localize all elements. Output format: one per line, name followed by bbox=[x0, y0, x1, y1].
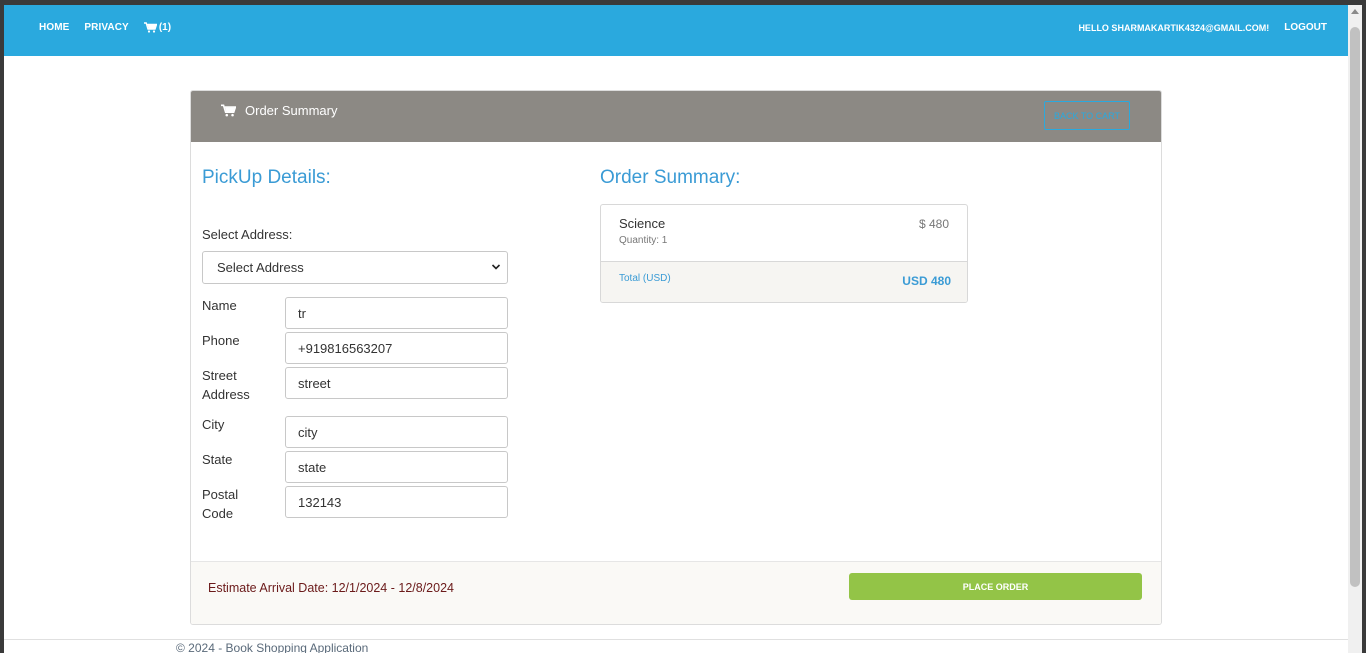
logout-link[interactable]: Logout bbox=[1284, 22, 1327, 33]
name-field[interactable]: tr bbox=[285, 297, 508, 329]
address-select[interactable]: Select Address bbox=[202, 251, 508, 284]
card-footer: Estimate Arrival Date: 12/1/2024 - 12/8/… bbox=[191, 561, 1161, 624]
footer-divider bbox=[4, 639, 1348, 640]
order-card: Order Summary Back to Cart PickUp Detail… bbox=[190, 90, 1162, 625]
select-address-label: Select Address: bbox=[202, 227, 293, 242]
user-greeting[interactable]: Hello sharmakartik4324@gmail.com! bbox=[1078, 23, 1269, 33]
order-summary-box: Science Quantity: 1 $ 480 Total (USD) US… bbox=[600, 204, 968, 303]
cart-count: (1) bbox=[158, 22, 172, 33]
item-quantity: Quantity: 1 bbox=[619, 235, 668, 246]
vertical-scrollbar[interactable] bbox=[1348, 5, 1362, 653]
city-label: City bbox=[202, 417, 225, 432]
card-header: Order Summary Back to Cart bbox=[191, 91, 1161, 142]
card-header-label: Order Summary bbox=[245, 103, 338, 118]
street-address-label: Street Address bbox=[202, 368, 250, 402]
nav-left: Home Privacy (1) bbox=[39, 22, 171, 33]
postal-code-label: Postal Code bbox=[202, 487, 239, 521]
nav-right: Hello sharmakartik4324@gmail.com! Logout bbox=[1078, 22, 1327, 33]
postal-code-field[interactable]: 132143 bbox=[285, 486, 508, 518]
top-navbar: Home Privacy (1) Hello sharmakartik4324@… bbox=[4, 5, 1348, 56]
total-row: Total (USD) USD 480 bbox=[601, 261, 967, 302]
page-viewport: Home Privacy (1) Hello sharmakartik4324@… bbox=[4, 5, 1348, 653]
street-address-field[interactable]: street bbox=[285, 367, 508, 399]
address-select-value: Select Address bbox=[217, 260, 304, 275]
city-field[interactable]: city bbox=[285, 416, 508, 448]
nav-cart-link[interactable]: (1) bbox=[143, 22, 172, 33]
phone-label: Phone bbox=[202, 333, 240, 348]
nav-home-link[interactable]: Home bbox=[39, 22, 69, 33]
total-value: USD 480 bbox=[902, 274, 951, 288]
place-order-button[interactable]: Place Order bbox=[849, 573, 1142, 600]
scrollbar-thumb[interactable] bbox=[1350, 27, 1360, 587]
nav-privacy-link[interactable]: Privacy bbox=[84, 22, 128, 33]
phone-field[interactable]: +919816563207 bbox=[285, 332, 508, 364]
cart-icon bbox=[143, 22, 157, 33]
back-to-cart-button[interactable]: Back to Cart bbox=[1044, 101, 1130, 130]
estimate-arrival-date: Estimate Arrival Date: 12/1/2024 - 12/8/… bbox=[208, 581, 454, 595]
state-label: State bbox=[202, 452, 233, 467]
scroll-up-arrow-icon[interactable] bbox=[1351, 9, 1359, 14]
order-summary-title: Order Summary: bbox=[600, 167, 741, 188]
name-label: Name bbox=[202, 298, 237, 313]
total-label: Total (USD) bbox=[619, 273, 671, 284]
card-header-title: Order Summary bbox=[221, 103, 337, 118]
cart-icon bbox=[221, 104, 236, 117]
copyright-text: © 2024 - Book Shopping Application bbox=[176, 641, 369, 653]
chevron-down-icon bbox=[491, 264, 501, 270]
item-name: Science bbox=[619, 216, 666, 231]
state-field[interactable]: state bbox=[285, 451, 508, 483]
pickup-details-title: PickUp Details: bbox=[202, 167, 331, 188]
item-price: $ 480 bbox=[918, 217, 949, 231]
